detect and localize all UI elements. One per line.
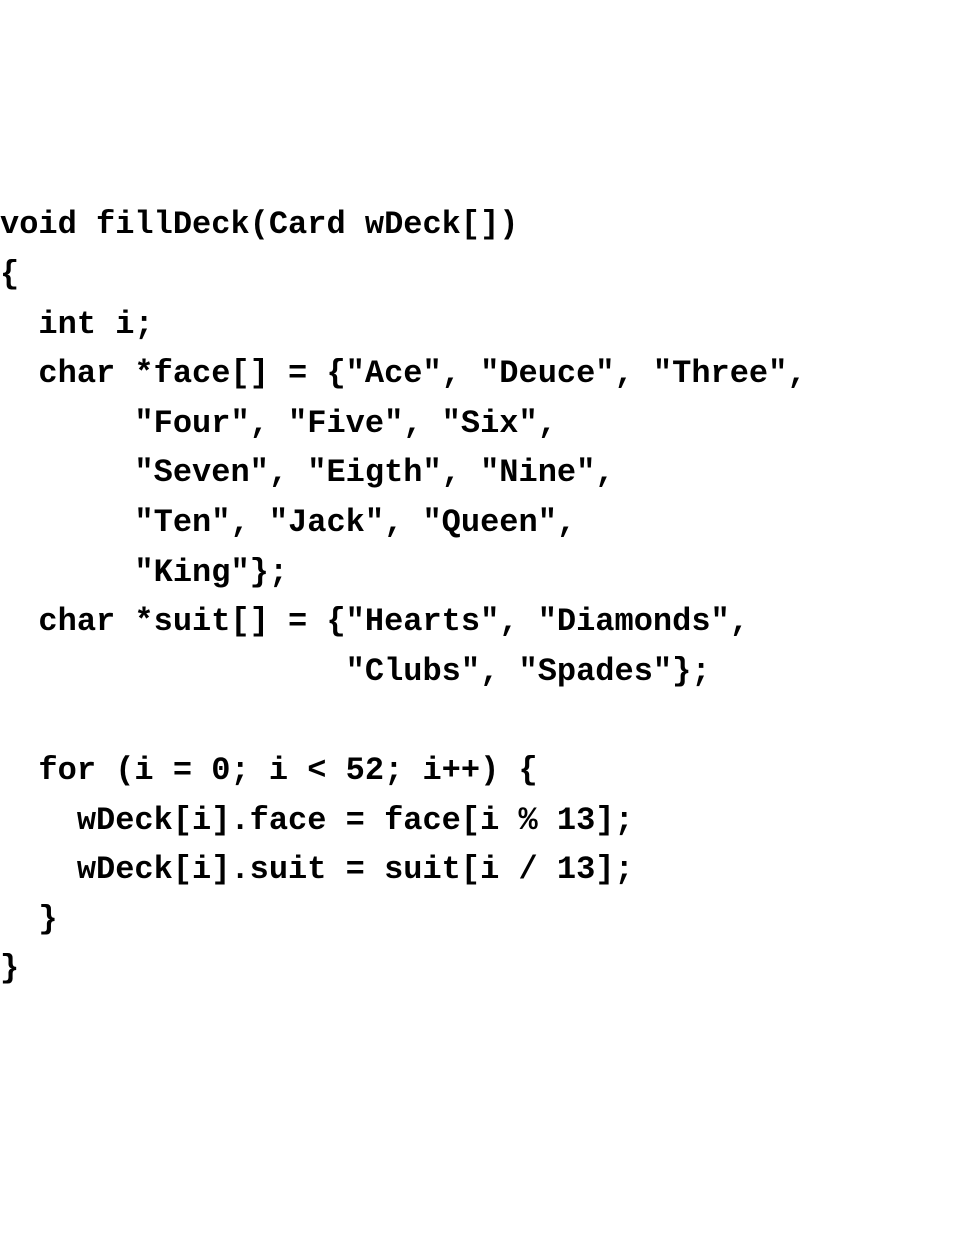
code-block: void fillDeck(Card wDeck[]) { int i; cha… — [0, 200, 960, 994]
